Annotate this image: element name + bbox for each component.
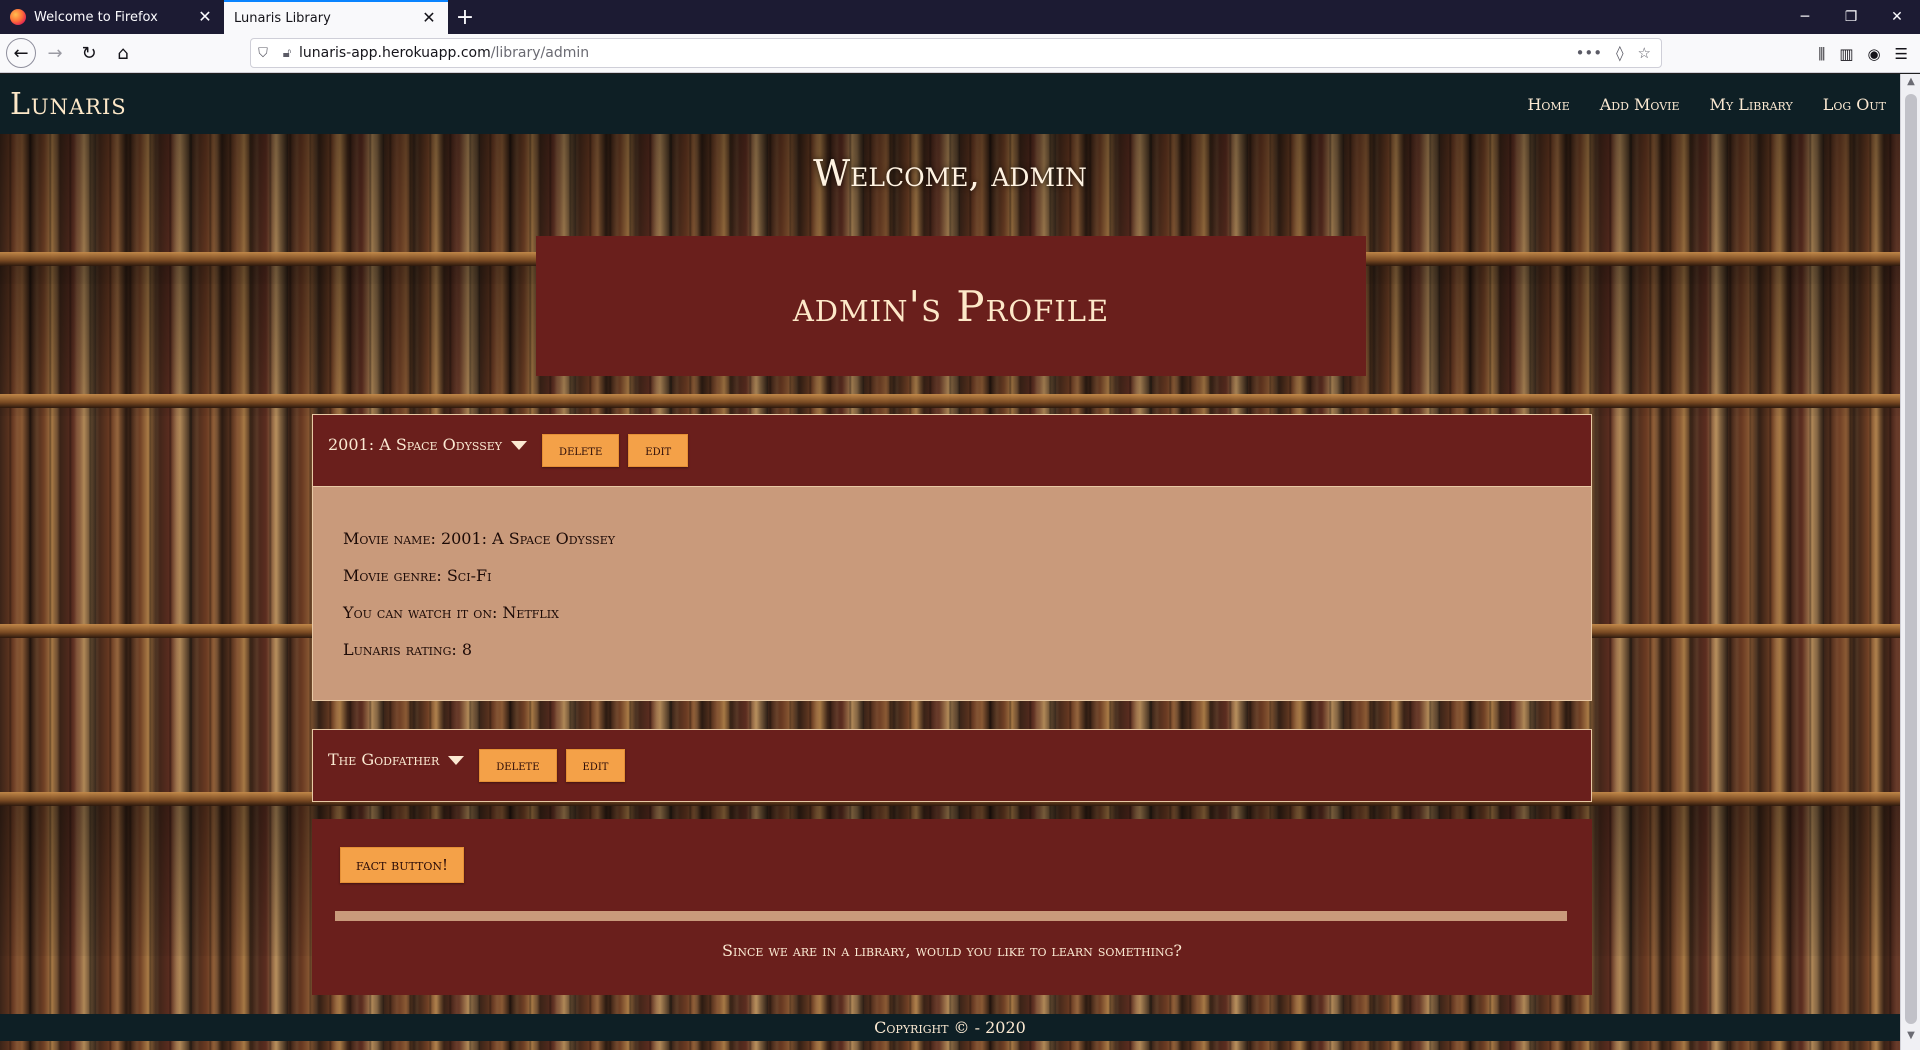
delete-button[interactable]: delete [479,749,557,782]
nav-log-out[interactable]: Log Out [1823,95,1886,114]
scroll-down-icon[interactable]: ▼ [1901,1030,1920,1048]
movie-genre: Movie genre: Sci-Fi [343,566,492,585]
forward-icon[interactable]: → [40,38,70,68]
reload-icon[interactable]: ↻ [74,38,104,68]
close-icon[interactable]: ✕ [420,10,438,26]
caret-down-icon[interactable] [511,441,528,450]
brand-logo[interactable]: Lunaris [10,87,127,122]
edit-button[interactable]: edit [565,749,626,782]
home-icon[interactable]: ⌂ [108,38,138,68]
page-viewport: Lunaris Home Add Movie My Library Log Ou… [0,74,1900,1050]
movie-card-header: The Godfather delete edit [313,730,1591,801]
movie-card: The Godfather delete edit [312,729,1592,802]
menu-icon[interactable]: ☰ [1895,45,1908,63]
site-header: Lunaris Home Add Movie My Library Log Ou… [0,74,1900,134]
movie-title-toggle[interactable]: The Godfather [328,750,439,769]
library-icon[interactable]: ⫼ [1818,45,1825,63]
nav-my-library[interactable]: My Library [1710,95,1793,114]
page-actions-icon[interactable]: ••• [1576,44,1603,62]
divider [335,911,1567,921]
site-nav: Home Add Movie My Library Log Out [1527,95,1886,114]
close-icon[interactable]: ✕ [196,9,214,25]
shelf [0,394,1900,408]
scrollbar-thumb[interactable] [1905,94,1917,1024]
site-footer: Copyright © - 2020 [0,1014,1900,1041]
tab-label: Welcome to Firefox [34,9,158,25]
movie-title-toggle[interactable]: 2001: A Space Odyssey [328,435,502,454]
fact-button[interactable]: fact button! [340,847,465,883]
restore-icon[interactable]: ❐ [1828,0,1874,34]
firefox-icon [10,9,26,25]
browser-tab-strip: Welcome to Firefox ✕ Lunaris Library ✕ +… [0,0,1920,34]
close-window-icon[interactable]: ✕ [1874,0,1920,34]
tab-welcome-to-firefox[interactable]: Welcome to Firefox ✕ [0,0,224,34]
movie-card: 2001: A Space Odyssey delete edit Movie … [312,414,1592,701]
page-title: admin's Profile [792,281,1110,331]
sidebar-icon[interactable]: ▥ [1839,45,1853,63]
tab-lunaris-library[interactable]: Lunaris Library ✕ [224,0,448,34]
shield-icon[interactable]: ⛉ [251,46,275,61]
back-icon[interactable]: ← [6,38,36,68]
url-path: /library/admin [490,45,590,61]
bookmark-star-icon[interactable]: ☆ [1638,44,1651,62]
pocket-icon[interactable]: ◊ [1616,44,1623,62]
fact-panel: fact button! Since we are in a library, … [312,819,1592,995]
page-scrollbar[interactable]: ▲ ▼ [1900,74,1920,1050]
movie-details: Movie name: 2001: A Space Odyssey Movie … [313,486,1591,700]
browser-toolbar: ← → ↻ ⌂ ⛉ 🔓︎ lunaris-app.herokuapp.com/l… [0,34,1920,73]
address-bar[interactable]: ⛉ 🔓︎ lunaris-app.herokuapp.com/library/a… [250,38,1662,68]
tab-label: Lunaris Library [234,10,331,26]
insecure-lock-icon[interactable]: 🔓︎ [275,46,299,61]
window-controls: ─ ❐ ✕ [1782,0,1920,34]
edit-button[interactable]: edit [628,434,689,467]
movie-card-header: 2001: A Space Odyssey delete edit [313,415,1591,486]
movie-name: Movie name: 2001: A Space Odyssey [343,529,615,548]
nav-home[interactable]: Home [1527,95,1569,114]
caret-down-icon[interactable] [448,756,465,765]
movie-rating: Lunaris rating: 8 [343,640,473,659]
profile-banner: admin's Profile [536,236,1366,376]
nav-add-movie[interactable]: Add Movie [1600,95,1680,114]
delete-button[interactable]: delete [542,434,620,467]
minimize-icon[interactable]: ─ [1782,0,1828,34]
fact-prompt: Since we are in a library, would you lik… [722,941,1182,960]
welcome-heading: Welcome, admin [813,154,1087,195]
movie-platform: You can watch it on: Netflix [343,603,559,622]
scroll-up-icon[interactable]: ▲ [1901,76,1920,94]
url-host: lunaris-app.herokuapp.com [299,45,491,61]
account-icon[interactable]: ◉ [1867,45,1880,63]
new-tab-button[interactable]: + [448,0,482,34]
